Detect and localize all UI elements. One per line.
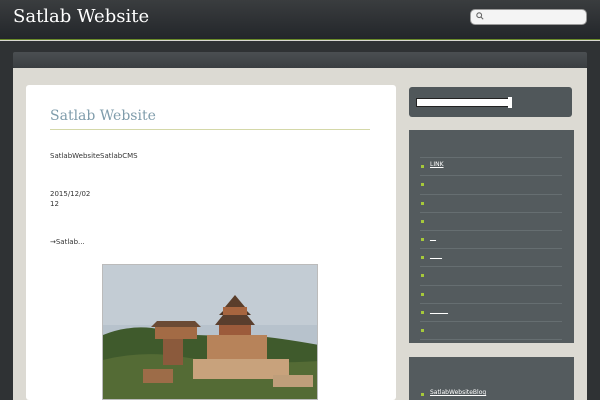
header-search-input[interactable] bbox=[486, 11, 582, 23]
list-item: __ bbox=[420, 231, 562, 250]
navigation-bar[interactable] bbox=[13, 52, 587, 68]
post-subtitle: SatlabWebsiteSatlabCMS bbox=[50, 152, 138, 160]
search-icon bbox=[476, 12, 484, 20]
post-photo-summer-palace bbox=[102, 264, 318, 400]
sidebar-link[interactable]: LINK bbox=[430, 161, 444, 168]
sidebar-link[interactable]: ______ bbox=[430, 307, 448, 314]
top-header-bar: Satlab Website bbox=[0, 0, 600, 40]
blog-link[interactable]: SatlabWebsiteBlog bbox=[430, 389, 486, 396]
list-item bbox=[420, 286, 562, 304]
post-date: 2015/12/02 bbox=[50, 190, 91, 198]
sidebar-link[interactable]: ____ bbox=[430, 252, 442, 259]
title-divider bbox=[50, 129, 370, 130]
bullet-icon bbox=[421, 274, 424, 278]
list-item: LINK bbox=[420, 158, 562, 177]
site-title[interactable]: Satlab Website bbox=[13, 6, 149, 27]
bullet-icon bbox=[421, 256, 424, 260]
list-item bbox=[420, 213, 562, 231]
bullet-icon bbox=[421, 393, 424, 396]
bullet-icon bbox=[421, 310, 424, 314]
list-item bbox=[420, 176, 562, 195]
list-item bbox=[420, 195, 562, 213]
post-title[interactable]: Satlab Website bbox=[50, 108, 156, 124]
pagoda-photo-graphic bbox=[103, 265, 317, 399]
list-item bbox=[420, 267, 562, 286]
sidebar-link[interactable]: __ bbox=[430, 234, 436, 241]
bullet-icon bbox=[421, 328, 424, 332]
sidebar-search-button[interactable] bbox=[508, 97, 512, 108]
bullet-icon bbox=[421, 183, 424, 187]
bullet-icon bbox=[421, 219, 424, 223]
bullet-icon bbox=[421, 201, 424, 205]
list-item: SatlabWebsiteBlog bbox=[420, 388, 562, 400]
list-item: ____ bbox=[420, 249, 562, 268]
bullet-icon bbox=[421, 237, 424, 241]
sidebar-link-list: LINK __ ____ ______ bbox=[420, 140, 562, 341]
list-item: ______ bbox=[420, 304, 562, 322]
bullet-icon bbox=[421, 292, 424, 296]
list-item bbox=[420, 140, 562, 159]
list-item bbox=[420, 322, 562, 341]
sidebar-search-input[interactable] bbox=[416, 98, 512, 107]
header-search-box[interactable] bbox=[470, 9, 587, 25]
bullet-icon bbox=[421, 165, 424, 169]
read-more-link[interactable]: →Satlab... bbox=[50, 238, 85, 246]
post-count: 12 bbox=[50, 200, 59, 208]
